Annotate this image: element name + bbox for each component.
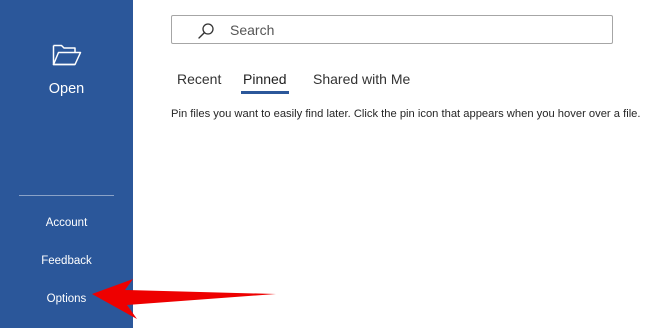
annotation-arrow-icon [92,279,276,319]
sidebar-item-feedback[interactable]: Feedback [0,250,133,272]
search-input[interactable] [230,16,600,43]
sidebar-divider [19,195,114,196]
tab-pinned[interactable]: Pinned [243,70,287,92]
pinned-empty-message: Pin files you want to easily find later.… [171,108,641,120]
sidebar-item-label: Open [48,81,85,97]
sidebar-item-open[interactable]: Open [0,30,133,110]
selected-tab-indicator [241,91,289,94]
folder-open-icon [52,44,82,66]
backstage-view: Open Account Feedback Options Recent Pin… [0,0,650,328]
tab-recent[interactable]: Recent [177,70,221,92]
search-icon [198,23,214,39]
sidebar-item-account[interactable]: Account [0,212,133,234]
search-box[interactable] [171,15,613,44]
tab-shared-with-me[interactable]: Shared with Me [313,70,410,92]
